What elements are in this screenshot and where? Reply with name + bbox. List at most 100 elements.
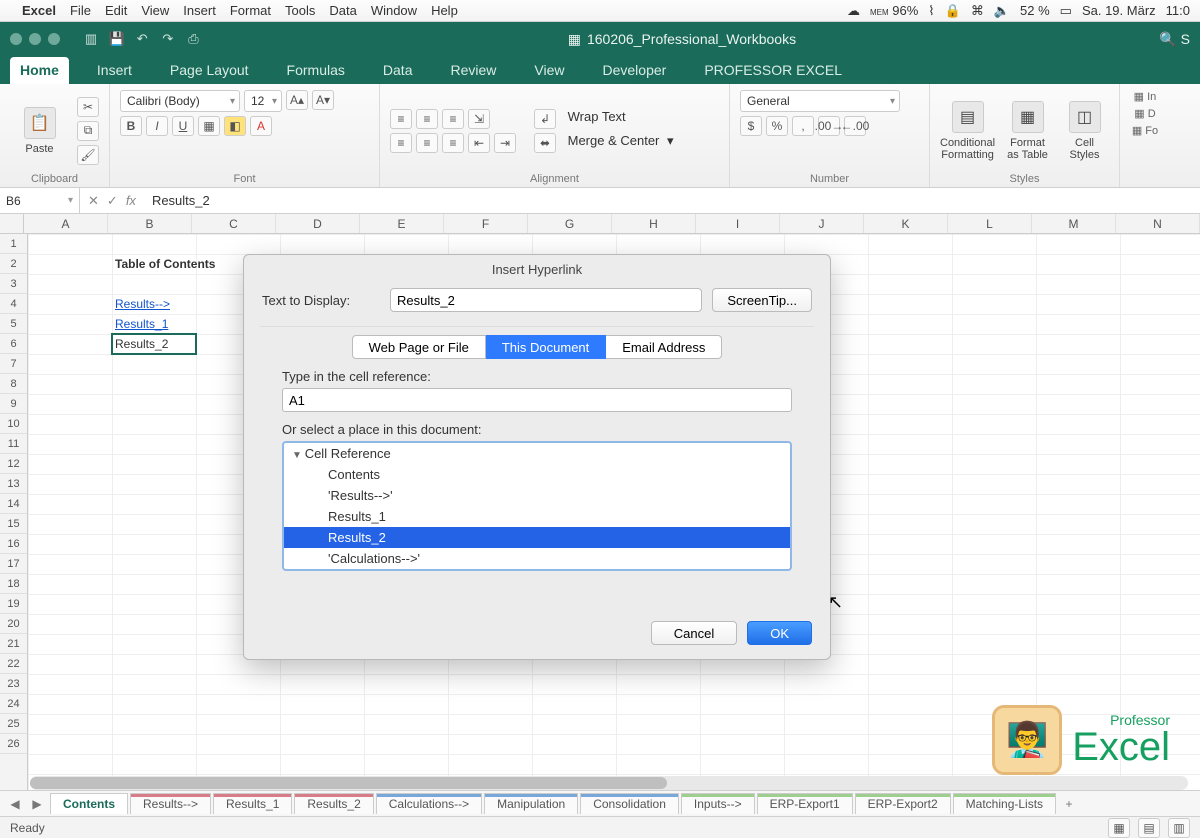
- column-header[interactable]: D: [276, 214, 360, 233]
- column-header[interactable]: N: [1116, 214, 1200, 233]
- decrease-font-icon[interactable]: A▾: [312, 90, 334, 110]
- menu-format[interactable]: Format: [230, 3, 271, 18]
- menu-window[interactable]: Window: [371, 3, 417, 18]
- print-icon[interactable]: ⎙: [183, 31, 205, 47]
- paste-button[interactable]: 📋 Paste: [10, 107, 69, 155]
- tree-item[interactable]: 'Results-->': [284, 485, 790, 506]
- row-header[interactable]: 8: [0, 374, 27, 394]
- scrollbar-thumb[interactable]: [30, 777, 667, 789]
- cloud-icon[interactable]: ☁: [847, 3, 860, 19]
- increase-font-icon[interactable]: A▴: [286, 90, 308, 110]
- row-header[interactable]: 6: [0, 334, 27, 354]
- font-name-select[interactable]: Calibri (Body): [120, 90, 240, 112]
- column-header[interactable]: I: [696, 214, 780, 233]
- align-top-icon[interactable]: ≡: [390, 109, 412, 129]
- tree-item[interactable]: Results_1: [284, 506, 790, 527]
- column-header[interactable]: L: [948, 214, 1032, 233]
- window-controls[interactable]: [10, 33, 60, 45]
- row-header[interactable]: 1: [0, 234, 27, 254]
- cut-icon[interactable]: ✂: [77, 97, 99, 117]
- menubar-app[interactable]: Excel: [22, 3, 56, 18]
- row-header[interactable]: 16: [0, 534, 27, 554]
- tab-review[interactable]: Review: [440, 57, 506, 84]
- comma-icon[interactable]: ,: [792, 116, 814, 136]
- view-page-break-icon[interactable]: ▥: [1168, 818, 1190, 838]
- row-header[interactable]: 4: [0, 294, 27, 314]
- formula-input[interactable]: Results_2: [144, 193, 1200, 208]
- tree-head[interactable]: Cell Reference: [284, 443, 790, 464]
- tab-formulas[interactable]: Formulas: [277, 57, 355, 84]
- sheet-tab[interactable]: Manipulation: [484, 793, 578, 814]
- view-normal-icon[interactable]: ▦: [1108, 818, 1130, 838]
- percent-icon[interactable]: %: [766, 116, 788, 136]
- cell-b5[interactable]: Results_1: [112, 314, 196, 334]
- ok-button[interactable]: OK: [747, 621, 812, 645]
- sheet-tab[interactable]: Results_2: [294, 793, 373, 814]
- row-header[interactable]: 26: [0, 734, 27, 754]
- redo-icon[interactable]: ↷: [157, 31, 179, 47]
- indent-increase-icon[interactable]: ⇥: [494, 133, 516, 153]
- row-header[interactable]: 24: [0, 694, 27, 714]
- row-header[interactable]: 20: [0, 614, 27, 634]
- column-header[interactable]: H: [612, 214, 696, 233]
- tab-nav-next[interactable]: ▶: [28, 797, 46, 811]
- horizontal-scrollbar[interactable]: [30, 776, 1188, 790]
- font-color-button[interactable]: A: [250, 116, 272, 136]
- cell-reference-input[interactable]: [282, 388, 792, 412]
- menu-view[interactable]: View: [141, 3, 169, 18]
- column-header[interactable]: B: [108, 214, 192, 233]
- column-header[interactable]: G: [528, 214, 612, 233]
- cell-b4[interactable]: Results-->: [112, 294, 196, 314]
- view-page-layout-icon[interactable]: ▤: [1138, 818, 1160, 838]
- align-bottom-icon[interactable]: ≡: [442, 109, 464, 129]
- row-header[interactable]: 9: [0, 394, 27, 414]
- row-header[interactable]: 2: [0, 254, 27, 274]
- align-center-icon[interactable]: ≡: [416, 133, 438, 153]
- tab-professor-excel[interactable]: PROFESSOR EXCEL: [694, 57, 852, 84]
- menu-file[interactable]: File: [70, 3, 91, 18]
- tab-nav-prev[interactable]: ◀: [6, 797, 24, 811]
- row-header[interactable]: 10: [0, 414, 27, 434]
- delete-cells-button[interactable]: ▦ D: [1134, 107, 1155, 120]
- row-header[interactable]: 15: [0, 514, 27, 534]
- sheet-tab[interactable]: Matching-Lists: [953, 793, 1056, 814]
- row-header[interactable]: 18: [0, 574, 27, 594]
- name-box[interactable]: B6: [0, 188, 80, 213]
- tab-insert[interactable]: Insert: [87, 57, 142, 84]
- font-size-select[interactable]: 12: [244, 90, 282, 112]
- cell-styles-button[interactable]: ◫Cell Styles: [1060, 101, 1109, 161]
- italic-button[interactable]: I: [146, 116, 168, 136]
- search-icon[interactable]: 🔍 S: [1159, 31, 1190, 48]
- currency-icon[interactable]: $: [740, 116, 762, 136]
- document-places-tree[interactable]: Cell Reference Contents'Results-->'Resul…: [282, 441, 792, 571]
- seg-web-page[interactable]: Web Page or File: [352, 335, 486, 359]
- column-header[interactable]: M: [1032, 214, 1116, 233]
- lock-icon[interactable]: 🔒: [945, 3, 961, 19]
- increase-decimal-icon[interactable]: .00→: [818, 116, 840, 136]
- conditional-formatting-button[interactable]: ▤Conditional Formatting: [940, 101, 995, 161]
- sheet-tab[interactable]: Consolidation: [580, 793, 679, 814]
- menu-data[interactable]: Data: [329, 3, 356, 18]
- undo-icon[interactable]: ↶: [131, 31, 153, 47]
- sheet-tab[interactable]: ERP-Export2: [855, 793, 951, 814]
- sheet-tab[interactable]: Results_1: [213, 793, 292, 814]
- cell-b6-active[interactable]: Results_2: [112, 334, 196, 354]
- column-header[interactable]: E: [360, 214, 444, 233]
- text-to-display-input[interactable]: [390, 288, 702, 312]
- sheet-tab[interactable]: Results-->: [130, 793, 211, 814]
- row-header[interactable]: 25: [0, 714, 27, 734]
- menu-tools[interactable]: Tools: [285, 3, 315, 18]
- seg-this-document[interactable]: This Document: [486, 335, 606, 359]
- format-painter-icon[interactable]: 🖌: [77, 145, 99, 165]
- wrap-text-button[interactable]: ↲ Wrap Text: [534, 109, 674, 129]
- row-header[interactable]: 22: [0, 654, 27, 674]
- sheet-tab[interactable]: Inputs-->: [681, 793, 755, 814]
- select-all-corner[interactable]: [0, 214, 24, 233]
- workbook-icon[interactable]: ▥: [80, 31, 102, 47]
- fill-color-button[interactable]: ◧: [224, 116, 246, 136]
- row-header[interactable]: 5: [0, 314, 27, 334]
- column-header[interactable]: K: [864, 214, 948, 233]
- menu-help[interactable]: Help: [431, 3, 458, 18]
- row-header[interactable]: 23: [0, 674, 27, 694]
- align-right-icon[interactable]: ≡: [442, 133, 464, 153]
